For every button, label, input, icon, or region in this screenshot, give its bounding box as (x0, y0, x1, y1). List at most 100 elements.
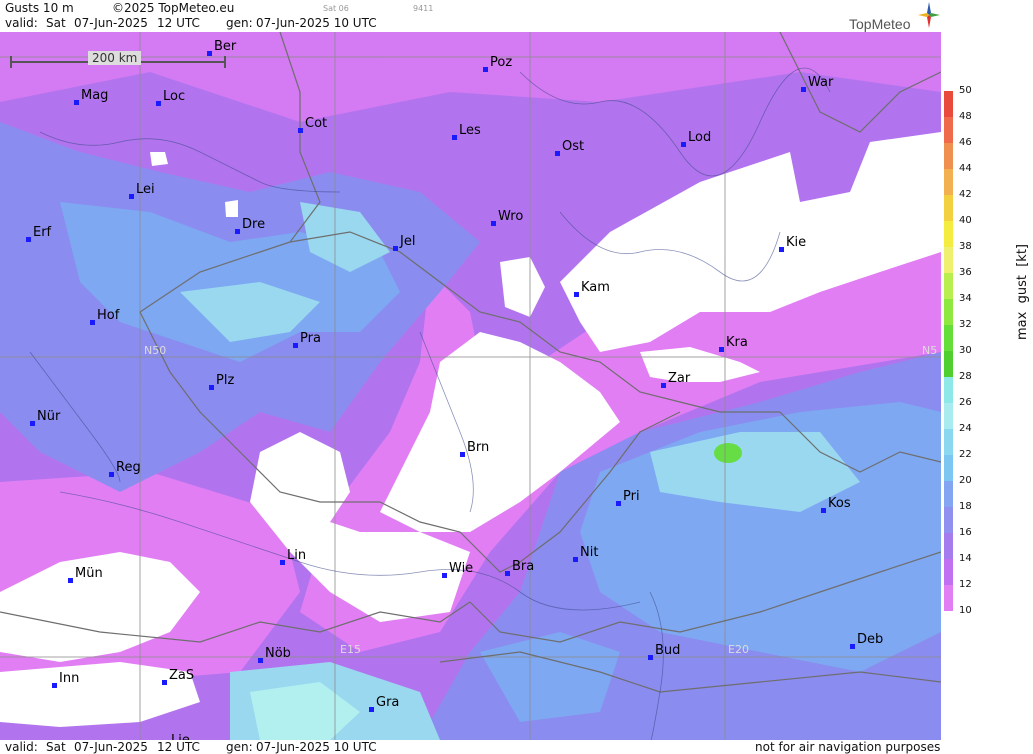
city-marker-icon (162, 680, 167, 685)
city-marker-icon (850, 644, 855, 649)
legend-color-band (944, 455, 953, 481)
city-marker-icon (801, 87, 806, 92)
footer-valid-label: valid: (5, 740, 38, 754)
city-marker-icon (505, 571, 510, 576)
compass-star-icon (918, 2, 940, 28)
city-label: Nür (37, 409, 61, 424)
city-marker-icon (491, 221, 496, 226)
legend-tick-label: 46 (959, 137, 972, 148)
city-marker-icon (156, 101, 161, 106)
legend-tick-label: 42 (959, 189, 972, 200)
legend-color-band (944, 533, 953, 559)
city-label: Ber (214, 39, 237, 54)
city-marker-icon (369, 707, 374, 712)
footer-disclaimer: not for air navigation purposes (755, 740, 941, 754)
city-marker-icon (68, 578, 73, 583)
city-marker-icon (483, 67, 488, 72)
legend-tick-label: 44 (959, 163, 972, 174)
legend-tick-label: 24 (959, 423, 972, 434)
city-label: Loc (163, 89, 186, 104)
city-label: Kos (828, 496, 851, 511)
legend-tick-label: 10 (959, 605, 972, 616)
city-label: Pra (300, 331, 321, 346)
scale-bar: 200 km (10, 51, 226, 68)
footer-valid-date: 07-Jun-2025 (74, 740, 148, 754)
legend-color-band (944, 559, 953, 585)
legend-color-band (944, 273, 953, 299)
city-label: Zar (668, 371, 691, 386)
legend-tick-label: 18 (959, 501, 972, 512)
gust-field (0, 32, 941, 740)
topmeteo-logo: TopMeteo (846, 2, 941, 32)
legend-tick-label: 14 (959, 553, 972, 564)
city-marker-icon (555, 151, 560, 156)
grid-label-n50: N50 (144, 344, 167, 357)
city-marker-icon (258, 658, 263, 663)
city-marker-icon (393, 246, 398, 251)
footer-valid-day: Sat (46, 740, 66, 754)
footer-valid-time: 12 UTC (157, 740, 200, 754)
city-marker-icon (280, 560, 285, 565)
city-label: Brn (467, 440, 490, 455)
city-label: Ost (562, 139, 585, 154)
city-label: Hof (97, 308, 120, 323)
city-label: Mün (75, 566, 103, 581)
city-marker-icon (298, 128, 303, 133)
legend-color-band (944, 507, 953, 533)
city-marker-icon (129, 194, 134, 199)
city-marker-icon (574, 292, 579, 297)
gen-date: 07-Jun-2025 10 UTC (256, 16, 377, 30)
city-marker-icon (52, 683, 57, 688)
city-label: Poz (490, 55, 513, 70)
city-marker-icon (821, 508, 826, 513)
city-marker-icon (442, 573, 447, 578)
city-marker-icon (681, 142, 686, 147)
city-marker-icon (719, 347, 724, 352)
legend-tick-label: 12 (959, 579, 972, 590)
legend-tick-label: 20 (959, 475, 972, 486)
grid-label-e15: E15 (340, 643, 361, 656)
legend-color-band (944, 221, 953, 247)
city-label: Lin (287, 548, 307, 563)
valid-label: valid: (5, 16, 38, 30)
legend-color-band (944, 247, 953, 273)
city-label: Lod (688, 130, 712, 145)
legend-color-band (944, 195, 953, 221)
legend-tick-label: 16 (959, 527, 972, 538)
gust-legend: 50 48 46 44 42 40 38 36 34 32 30 28 26 24 22 20 18 16 14 12… (941, 32, 1033, 754)
city-label: Kie (786, 235, 807, 250)
legend-color-band (944, 143, 953, 169)
city-marker-icon (616, 501, 621, 506)
scale-label: 200 km (88, 51, 142, 65)
legend-color-band (944, 299, 953, 325)
city-label: Erf (33, 225, 52, 240)
footer-gen-label: gen: (226, 740, 253, 754)
legend-color-band (944, 403, 953, 429)
city-marker-icon (661, 383, 666, 388)
city-marker-icon (30, 421, 35, 426)
city-marker-icon (235, 229, 240, 234)
city-label: Dre (242, 217, 266, 232)
legend-color-band (944, 351, 953, 377)
valid-day: Sat (46, 16, 66, 30)
legend-color-band (944, 585, 953, 611)
city-marker-icon (460, 452, 465, 457)
city-marker-icon (573, 557, 578, 562)
legend-title: max gust [kt] (1015, 244, 1030, 340)
legend-tick-label: 32 (959, 319, 972, 330)
legend-color-band (944, 325, 953, 351)
legend-tick-label: 30 (959, 345, 972, 356)
legend-tick-label: 40 (959, 215, 972, 226)
legend-tick-label: 26 (959, 397, 972, 408)
city-label: Deb (857, 632, 884, 647)
small-day-label: Sat 06 (323, 4, 349, 13)
gust-map: 200 km N50 N5 E15 E20 Ber Poz War Mag Loc Cot… (0, 32, 941, 740)
city-label: Mag (81, 88, 109, 103)
legend-color-band (944, 117, 953, 143)
city-label: Cot (305, 116, 328, 131)
legend-tick-label: 50 (959, 85, 972, 96)
legend-tick-label: 22 (959, 449, 972, 460)
city-label: Bra (512, 559, 535, 574)
city-label: Reg (116, 460, 141, 475)
legend-color-band (944, 91, 953, 117)
